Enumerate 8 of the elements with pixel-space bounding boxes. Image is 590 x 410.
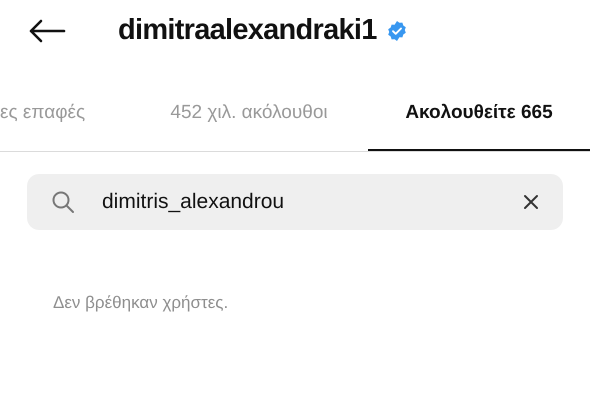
back-arrow-icon[interactable] <box>28 19 66 43</box>
empty-message: Δεν βρέθηκαν χρήστες. <box>53 292 230 314</box>
search-field[interactable]: dimitris_alexandrou <box>27 174 563 230</box>
search-icon <box>51 190 75 214</box>
profile-username: dimitraalexandraki1 <box>118 13 377 48</box>
clear-icon[interactable] <box>523 194 539 210</box>
tab[interactable]: Ακολουθείτε 665 <box>368 62 590 151</box>
search-query: dimitris_alexandrou <box>102 189 286 216</box>
